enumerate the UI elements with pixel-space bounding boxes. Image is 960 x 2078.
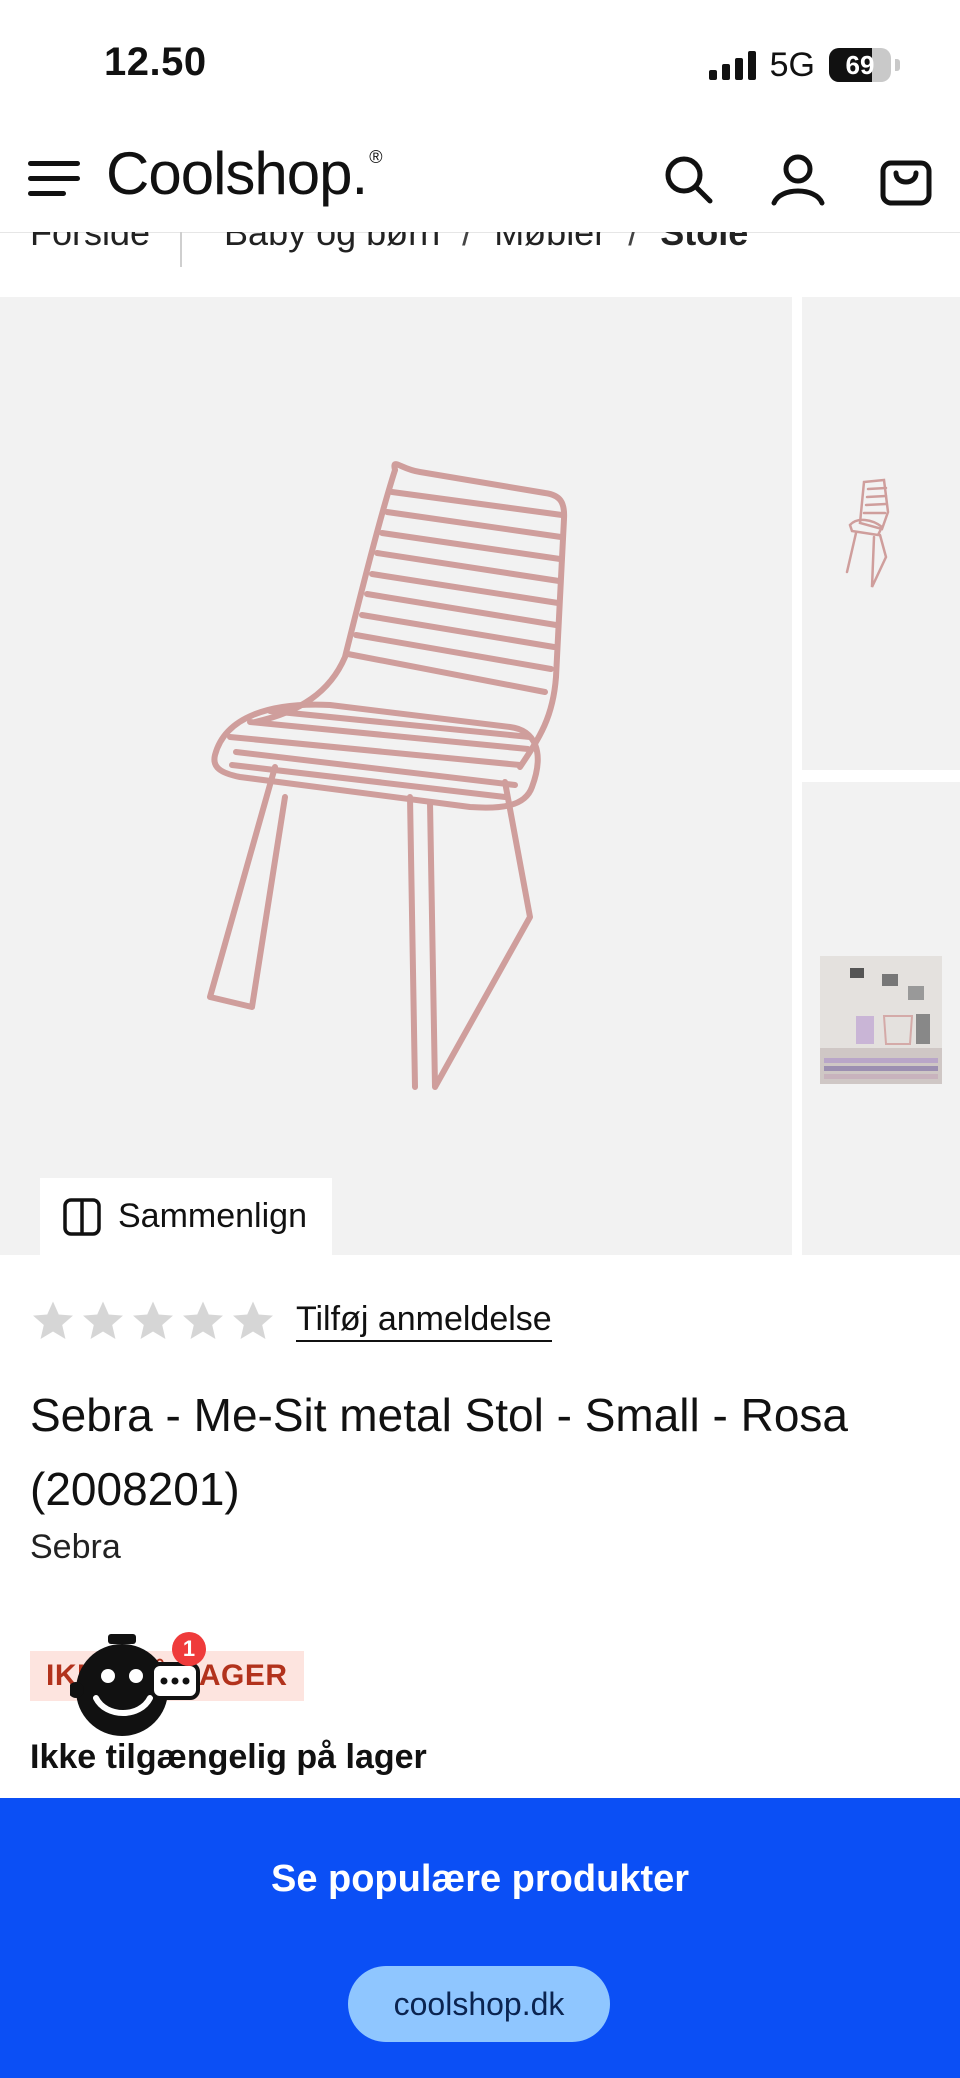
star-icon [233,1301,273,1340]
add-review-link[interactable]: Tilføj anmeldelse [296,1298,552,1342]
star-icon [133,1301,173,1340]
popular-products-panel: Se populære produkter coolshop.dk [0,1798,960,2078]
battery-tip [895,59,900,71]
product-brand[interactable]: Sebra [30,1528,121,1567]
user-icon[interactable] [770,151,826,207]
chair-thumbnail-image [845,478,890,588]
cart-icon[interactable] [878,151,934,207]
breadcrumb-separator: / [628,232,639,253]
status-time: 12.50 [104,40,207,84]
compare-label: Sammenlign [118,1197,307,1235]
chat-notification-badge: 1 [172,1632,206,1666]
product-thumbnail[interactable] [802,297,960,770]
battery-level: 69 [845,50,875,80]
product-title: Sebra - Me-Sit metal Stol - Small - Rosa… [30,1389,849,1515]
search-icon[interactable] [660,151,716,207]
breadcrumb-item-baby-og-boern[interactable]: Baby og børn [224,232,440,254]
logo[interactable]: Coolshop. ® [106,139,382,208]
menu-icon[interactable] [28,155,82,201]
compare-icon [63,1197,101,1236]
breadcrumb-item-forside[interactable]: Forside [30,232,150,254]
room-thumbnail-image [820,956,942,1084]
compare-button[interactable]: Sammenlign [40,1178,332,1255]
registered-mark: ® [369,147,382,167]
star-icon [83,1301,123,1340]
breadcrumb: Forside Baby og børn / Møbler / Stole [0,232,960,296]
product-thumbnail[interactable] [802,782,960,1255]
browser-url-pill[interactable]: coolshop.dk [348,1966,610,2042]
star-rating [30,1298,276,1344]
battery-icon: 69 [829,48,891,82]
status-indicators: 5G 69 [708,42,900,88]
network-type: 5G [769,45,815,84]
star-icon [183,1301,223,1340]
logo-text: Coolshop. [106,140,368,207]
site-header: Coolshop. ® [0,125,960,233]
breadcrumb-separator: / [462,232,473,253]
breadcrumb-divider [180,232,183,267]
cellular-signal-icon [708,50,756,80]
breadcrumb-item-moebler[interactable]: Møbler [494,232,606,254]
chair-image [207,461,568,1090]
status-bar: 12.50 5G 69 [0,0,960,125]
popular-products-button[interactable]: Se populære produkter [0,1858,960,1901]
product-main-image[interactable] [0,297,792,1255]
star-icon [33,1301,73,1340]
breadcrumb-item-stole[interactable]: Stole [660,232,748,254]
